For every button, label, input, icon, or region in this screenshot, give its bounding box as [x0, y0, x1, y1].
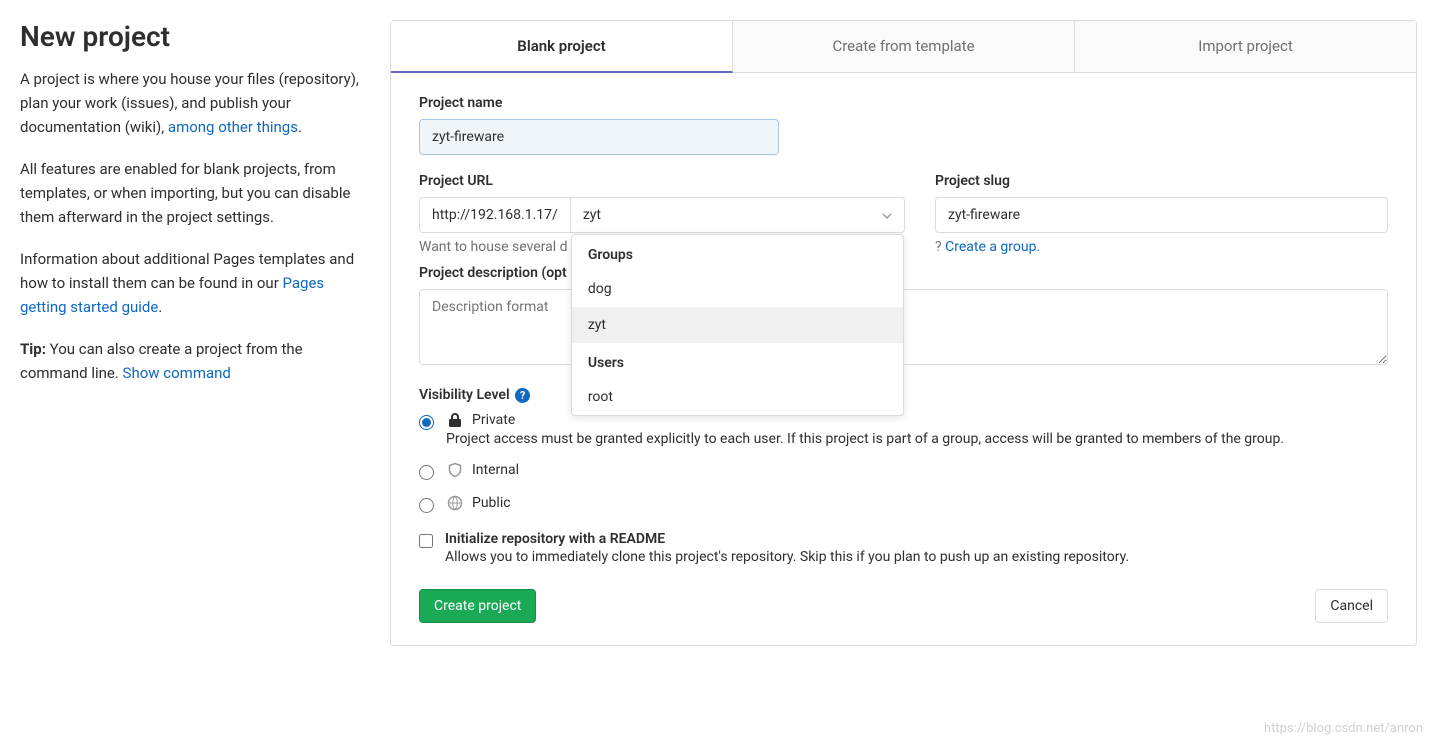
project-url-label: Project URL: [419, 173, 905, 189]
readme-checkbox[interactable]: [419, 534, 433, 548]
shield-icon: [446, 461, 464, 479]
visibility-internal-radio[interactable]: [419, 465, 434, 480]
watermark: https://blog.csdn.net/anron: [1264, 721, 1423, 736]
show-command-link[interactable]: Show command: [123, 364, 231, 382]
group-hint-tail: ? Create a group.: [935, 239, 1388, 255]
tip-paragraph: Tip: You can also create a project from …: [20, 337, 360, 385]
project-name-input[interactable]: [419, 119, 779, 155]
visibility-internal[interactable]: Internal: [419, 461, 1388, 480]
namespace-dropdown: Groups dog zyt Users root: [571, 234, 904, 416]
visibility-private[interactable]: Private Project access must be granted e…: [419, 411, 1388, 447]
create-group-link[interactable]: Create a group.: [945, 239, 1040, 255]
sidebar: New project A project is where you house…: [20, 20, 360, 646]
page-title: New project: [20, 20, 360, 53]
dropdown-groups-header: Groups: [572, 235, 903, 271]
namespace-value: zyt: [583, 207, 601, 223]
visibility-public[interactable]: Public: [419, 494, 1388, 513]
lock-icon: [446, 411, 464, 429]
dropdown-item-group[interactable]: zyt: [572, 307, 903, 343]
dropdown-item-user[interactable]: root: [572, 379, 903, 415]
visibility-private-radio[interactable]: [419, 415, 434, 430]
cancel-button[interactable]: Cancel: [1315, 589, 1388, 623]
dropdown-item-group[interactable]: dog: [572, 271, 903, 307]
readme-checkbox-row[interactable]: Initialize repository with a README Allo…: [419, 531, 1388, 565]
project-slug-label: Project slug: [935, 173, 1388, 189]
help-icon[interactable]: ?: [515, 388, 530, 403]
project-slug-input[interactable]: [935, 197, 1388, 233]
project-name-label: Project name: [419, 95, 1388, 111]
chevron-down-icon: [882, 209, 892, 222]
intro-paragraph-1: A project is where you house your files …: [20, 67, 360, 139]
tabs: Blank project Create from template Impor…: [391, 21, 1416, 73]
intro-paragraph-3: Information about additional Pages templ…: [20, 247, 360, 319]
namespace-select[interactable]: zyt Groups dog zyt Users root: [570, 197, 905, 233]
project-url-prefix: http://192.168.1.17/: [419, 197, 570, 233]
create-project-button[interactable]: Create project: [419, 589, 536, 623]
form-body: Project name Project URL http://192.168.…: [391, 73, 1416, 645]
dropdown-users-header: Users: [572, 343, 903, 379]
intro-paragraph-2: All features are enabled for blank proje…: [20, 157, 360, 229]
main-panel: Blank project Create from template Impor…: [390, 20, 1417, 646]
among-other-things-link[interactable]: among other things: [168, 118, 298, 136]
tab-import-project[interactable]: Import project: [1075, 21, 1416, 72]
globe-icon: [446, 494, 464, 512]
tab-blank-project[interactable]: Blank project: [391, 21, 733, 73]
tab-create-from-template[interactable]: Create from template: [733, 21, 1075, 72]
visibility-public-radio[interactable]: [419, 498, 434, 513]
